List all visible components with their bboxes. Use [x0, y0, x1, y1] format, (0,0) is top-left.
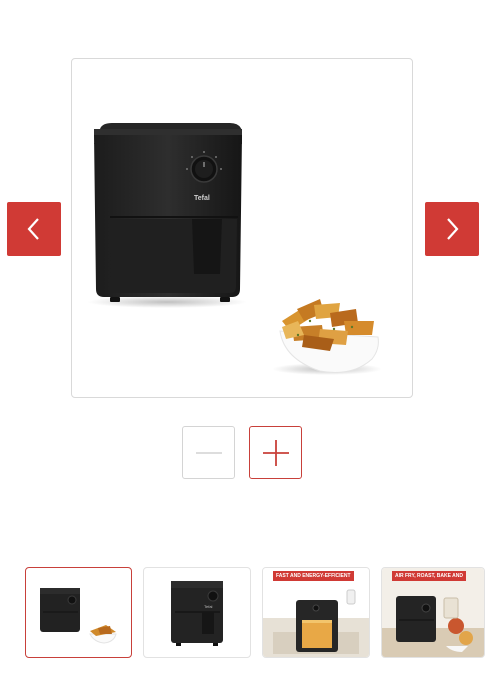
- thumbnail-4[interactable]: AIR FRY, ROAST, BAKE AND: [381, 567, 485, 658]
- thumbnail-2[interactable]: Tefal: [143, 567, 251, 658]
- thumbnail-3-image: [263, 568, 369, 657]
- previous-image-button[interactable]: [7, 202, 61, 256]
- plus-icon: [262, 439, 289, 466]
- thumbnail-3-banner: FAST AND ENERGY-EFFICIENT: [273, 571, 354, 581]
- thumbnail-2-brand-text: Tefal: [204, 604, 213, 609]
- minus-icon: [195, 451, 222, 454]
- brand-logo-text: Tefal: [194, 195, 210, 202]
- thumbnail-4-image: [382, 568, 484, 657]
- zoom-out-button[interactable]: [182, 426, 235, 479]
- thumbnail-3[interactable]: FAST AND ENERGY-EFFICIENT: [262, 567, 370, 658]
- chevron-left-icon: [27, 218, 39, 240]
- air-fryer-illustration: Tefal: [87, 123, 382, 375]
- main-product-image[interactable]: Tefal: [71, 58, 413, 398]
- thumbnail-2-image: Tefal: [171, 581, 223, 646]
- thumbnail-4-banner: AIR FRY, ROAST, BAKE AND: [392, 571, 466, 581]
- zoom-in-button[interactable]: [249, 426, 302, 479]
- thumbnail-1[interactable]: [25, 567, 132, 658]
- next-image-button[interactable]: [425, 202, 479, 256]
- thumbnail-1-image: [40, 588, 117, 644]
- chevron-right-icon: [447, 218, 459, 240]
